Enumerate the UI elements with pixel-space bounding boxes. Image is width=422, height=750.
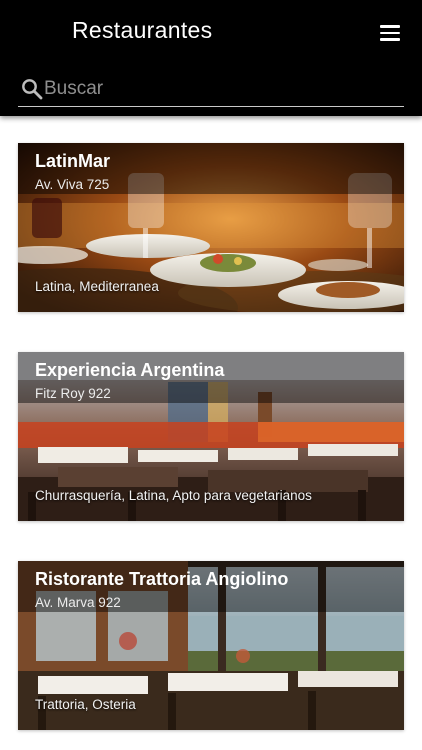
restaurant-tags: Latina, Mediterranea	[35, 279, 159, 294]
menu-line	[380, 25, 400, 28]
app-header: Restaurantes	[0, 0, 422, 116]
restaurant-card-experiencia-argentina[interactable]: Experiencia Argentina Fitz Roy 922 Churr…	[18, 352, 404, 521]
search-bar	[18, 73, 404, 107]
hamburger-menu-icon[interactable]	[378, 22, 404, 44]
restaurant-address: Fitz Roy 922	[35, 386, 111, 401]
restaurant-name: Ristorante Trattoria Angiolino	[35, 569, 289, 589]
search-icon	[22, 79, 43, 100]
restaurant-card-trattoria-angiolino[interactable]: Ristorante Trattoria Angiolino Av. Marva…	[18, 561, 404, 730]
restaurant-tags: Trattoria, Osteria	[35, 697, 136, 712]
menu-line	[380, 38, 400, 41]
restaurant-name: LatinMar	[35, 151, 111, 171]
restaurant-list: LatinMar Av. Viva 725 Latina, Mediterran…	[0, 116, 422, 750]
menu-line	[380, 31, 400, 34]
restaurant-tags: Churrasquería, Latina, Apto para vegetar…	[35, 488, 312, 503]
restaurant-name: Experiencia Argentina	[35, 360, 225, 380]
restaurant-card-latinmar[interactable]: LatinMar Av. Viva 725 Latina, Mediterran…	[18, 143, 404, 312]
restaurant-address: Av. Marva 922	[35, 595, 121, 610]
restaurants-screen: Restaurantes Buscar LatinMar Av. Viva 72…	[0, 0, 422, 750]
page-title: Restaurantes	[72, 17, 213, 43]
search-input[interactable]	[44, 75, 394, 103]
restaurant-address: Av. Viva 725	[35, 177, 110, 192]
